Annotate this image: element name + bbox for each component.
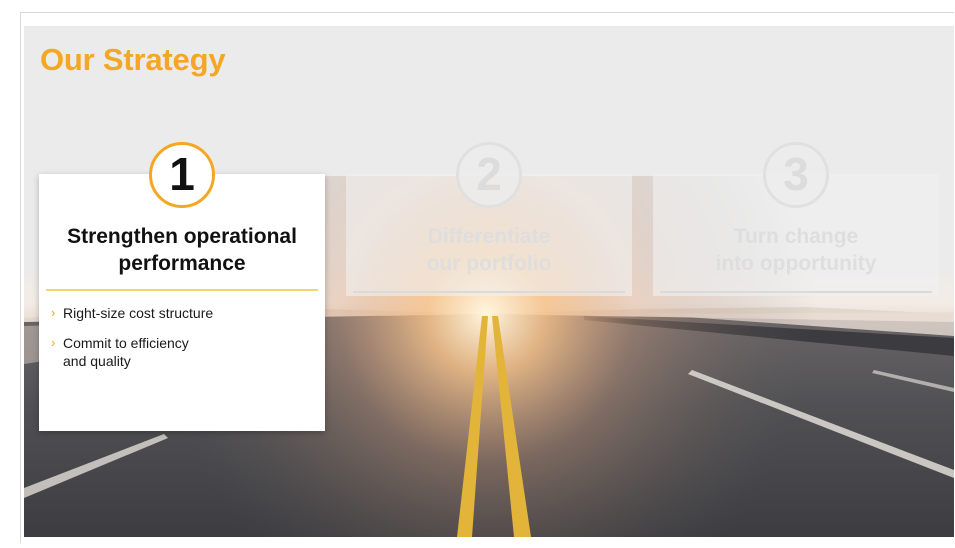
bullet-item: › Right-size cost structure	[51, 304, 243, 322]
card-title-line: Strengthen operational	[67, 225, 297, 248]
card-title-line: Turn change	[733, 225, 859, 248]
card-title-line: our portfolio	[426, 252, 552, 275]
card-title: Turn change into opportunity	[653, 223, 939, 277]
card-divider	[353, 291, 625, 293]
card-divider	[46, 289, 318, 291]
bullet-list: › Right-size cost structure › Commit to …	[51, 304, 243, 382]
bullet-item: › Commit to efficiency and quality	[51, 334, 213, 370]
card-title-line: Differentiate	[427, 225, 551, 248]
card-title-line: performance	[118, 252, 246, 275]
card-divider	[660, 291, 932, 293]
slide-title: Our Strategy	[40, 42, 226, 77]
step-number-badge: 3	[763, 142, 829, 208]
step-number-badge: 2	[456, 142, 522, 208]
chevron-right-icon: ›	[51, 335, 56, 350]
card-title: Strengthen operational performance	[39, 223, 325, 277]
strategy-card-3: 3 Turn change into opportunity	[653, 142, 939, 296]
bullet-text: Right-size cost structure	[63, 305, 214, 321]
card-title-line: into opportunity	[715, 252, 877, 275]
strategy-card-2: 2 Differentiate our portfolio	[346, 142, 632, 296]
strategy-slide: Our Strategy 1 Strengthen operational pe…	[24, 26, 954, 537]
card-title: Differentiate our portfolio	[346, 223, 632, 277]
bullet-text: Commit to efficiency and quality	[63, 335, 189, 369]
step-number-badge: 1	[149, 142, 215, 208]
strategy-card-1: 1 Strengthen operational performance › R…	[39, 142, 325, 431]
chevron-right-icon: ›	[51, 305, 56, 320]
